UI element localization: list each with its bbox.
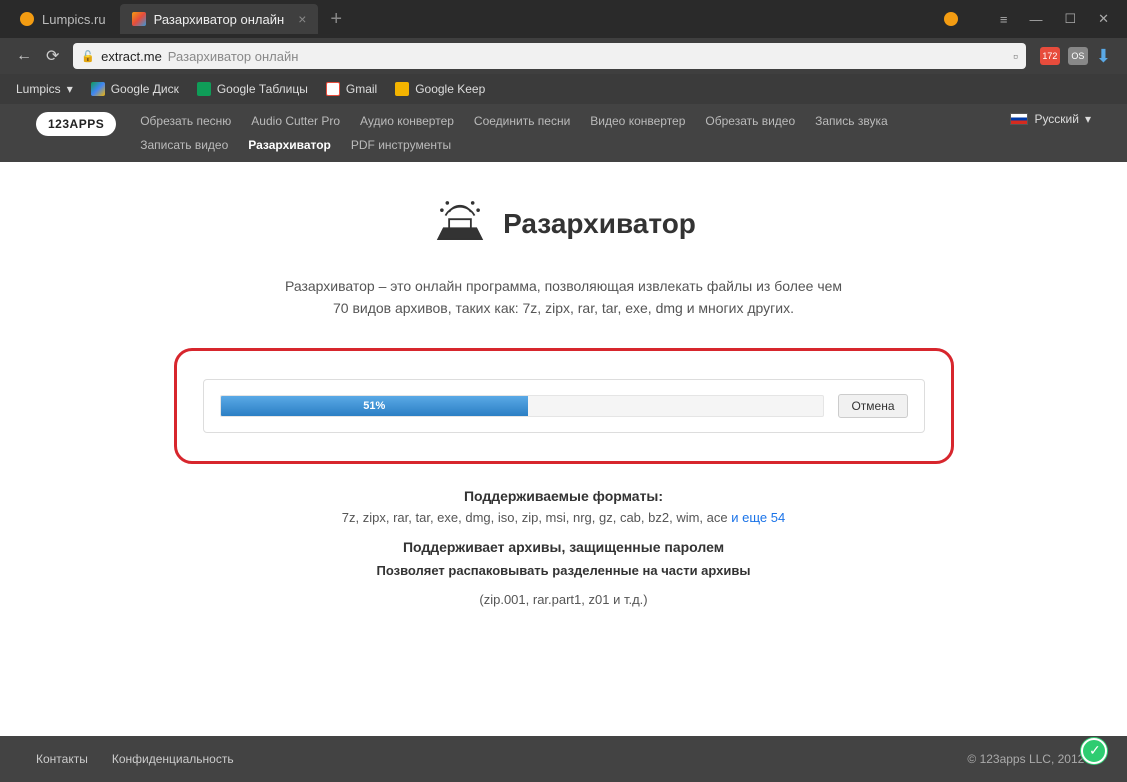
- extensions: 172 OS ⬇: [1040, 46, 1111, 67]
- back-button[interactable]: ←: [16, 47, 32, 65]
- gdrive-icon: [91, 82, 105, 96]
- site-header: 123APPS Обрезать песню Audio Cutter Pro …: [0, 104, 1127, 162]
- bookmark-gsheets[interactable]: Google Таблицы: [197, 82, 308, 96]
- favicon-icon: [20, 12, 34, 26]
- security-badge-icon[interactable]: [1081, 738, 1107, 764]
- nav-audio-converter[interactable]: Аудио конвертер: [360, 112, 454, 130]
- progress-bar: 51%: [220, 395, 825, 417]
- lock-icon: 🔓: [81, 50, 95, 63]
- nav-cut-video[interactable]: Обрезать видео: [705, 112, 795, 130]
- gkeep-icon: [395, 82, 409, 96]
- bookmark-gmail[interactable]: Gmail: [326, 82, 377, 96]
- upload-box: 51% Отмена: [203, 379, 925, 433]
- bookmark-lumpics[interactable]: Lumpics ▾: [16, 82, 73, 96]
- formats-password: Поддерживает архивы, защищенные паролем: [0, 539, 1127, 555]
- nav-join-songs[interactable]: Соединить песни: [474, 112, 570, 130]
- tab-inactive[interactable]: Lumpics.ru: [8, 4, 118, 34]
- url-rest: Разархиватор онлайн: [168, 49, 299, 64]
- gsheets-icon: [197, 82, 211, 96]
- language-selector[interactable]: Русский ▾: [1010, 112, 1091, 126]
- url-input[interactable]: 🔓 extract.me Разархиватор онлайн ▫: [73, 43, 1026, 69]
- extension-icon[interactable]: OS: [1068, 47, 1088, 65]
- formats-more-link[interactable]: и еще 54: [731, 510, 785, 525]
- progress-label: 51%: [363, 400, 385, 412]
- page-content: Разархиватор Разархиватор – это онлайн п…: [0, 162, 1127, 661]
- nav-video-converter[interactable]: Видео конвертер: [590, 112, 685, 130]
- tab-title: Разархиватор онлайн: [154, 12, 285, 27]
- reload-button[interactable]: ⟳: [46, 46, 59, 66]
- url-domain: extract.me: [101, 49, 162, 64]
- formats-list: 7z, zipx, rar, tar, exe, dmg, iso, zip, …: [0, 510, 1127, 525]
- language-label: Русский: [1034, 112, 1079, 126]
- gmail-icon: [326, 82, 340, 96]
- bookmarks-bar: Lumpics ▾ Google Диск Google Таблицы Gma…: [0, 74, 1127, 104]
- menu-button[interactable]: ≡: [1000, 12, 1008, 27]
- favicon-icon: [132, 12, 146, 26]
- formats-heading: Поддерживаемые форматы:: [0, 488, 1127, 504]
- site-nav: Обрезать песню Audio Cutter Pro Аудио ко…: [140, 112, 900, 154]
- flag-icon: [1010, 113, 1028, 125]
- chevron-down-icon: ▾: [67, 82, 73, 96]
- footer-privacy[interactable]: Конфиденциальность: [112, 752, 234, 766]
- downloads-icon[interactable]: ⬇: [1096, 46, 1111, 67]
- footer-contacts[interactable]: Контакты: [36, 752, 88, 766]
- nav-cut-song[interactable]: Обрезать песню: [140, 112, 231, 130]
- bookmark-gkeep[interactable]: Google Keep: [395, 82, 485, 96]
- site-footer: Контакты Конфиденциальность © 123apps LL…: [0, 736, 1127, 782]
- brand-logo[interactable]: 123APPS: [36, 112, 116, 136]
- cancel-button[interactable]: Отмена: [838, 394, 907, 418]
- progress-fill: 51%: [221, 396, 528, 416]
- close-icon[interactable]: ×: [298, 11, 306, 27]
- extension-badge[interactable]: 172: [1040, 47, 1060, 65]
- chevron-down-icon: ▾: [1085, 112, 1091, 126]
- window-controls: ≡ — ☐ ✕: [944, 11, 1127, 27]
- close-window-button[interactable]: ✕: [1098, 11, 1109, 27]
- nav-pdf-tools[interactable]: PDF инструменты: [351, 136, 451, 154]
- nav-audio-cutter-pro[interactable]: Audio Cutter Pro: [251, 112, 340, 130]
- bookmark-icon[interactable]: ▫: [1013, 48, 1018, 64]
- tab-title: Lumpics.ru: [42, 12, 106, 27]
- address-bar: ← ⟳ 🔓 extract.me Разархиватор онлайн ▫ 1…: [0, 38, 1127, 74]
- hero: Разархиватор: [0, 192, 1127, 255]
- browser-tabbar: Lumpics.ru Разархиватор онлайн × + ≡ — ☐…: [0, 0, 1127, 38]
- upload-highlight: 51% Отмена: [174, 348, 954, 464]
- formats-split-heading: Позволяет распаковывать разделенные на ч…: [0, 563, 1127, 578]
- bookmark-gdrive[interactable]: Google Диск: [91, 82, 179, 96]
- nav-unarchiver[interactable]: Разархиватор: [248, 136, 331, 154]
- page-title: Разархиватор: [503, 208, 696, 240]
- footer-copyright: © 123apps LLC, 2012–: [967, 752, 1091, 766]
- tab-active[interactable]: Разархиватор онлайн ×: [120, 4, 319, 34]
- unarchiver-icon: [431, 192, 489, 255]
- shield-icon[interactable]: [944, 12, 958, 26]
- nav-record-video[interactable]: Записать видео: [140, 136, 228, 154]
- minimize-button[interactable]: —: [1029, 12, 1042, 27]
- hero-description: Разархиватор – это онлайн программа, поз…: [0, 275, 1127, 320]
- new-tab-button[interactable]: +: [320, 8, 352, 31]
- formats-split-detail: (zip.001, rar.part1, z01 и т.д.): [0, 592, 1127, 607]
- nav-record-audio[interactable]: Запись звука: [815, 112, 888, 130]
- maximize-button[interactable]: ☐: [1064, 11, 1076, 27]
- formats-info: Поддерживаемые форматы: 7z, zipx, rar, t…: [0, 488, 1127, 607]
